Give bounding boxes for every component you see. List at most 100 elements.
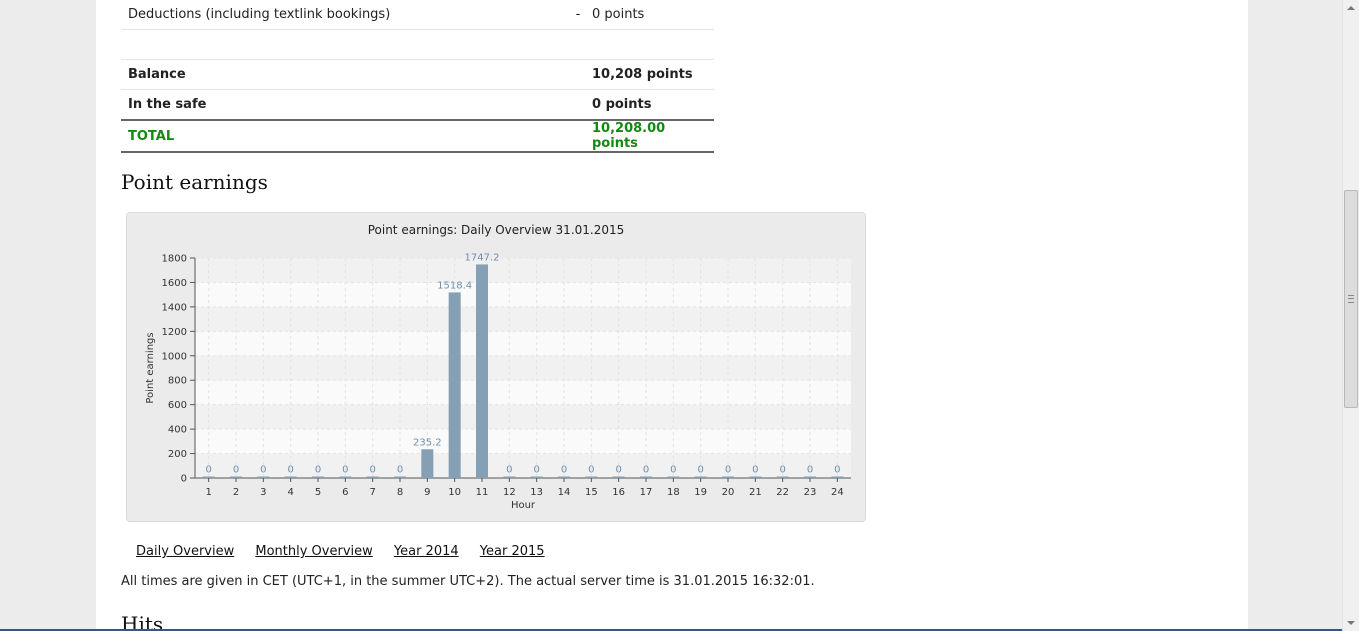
grid-band xyxy=(195,306,851,332)
chart-title: Point earnings: Daily Overview 31.01.201… xyxy=(368,223,625,237)
grid-band xyxy=(195,355,851,381)
bar-value-label: 0 xyxy=(205,465,211,476)
bar xyxy=(558,476,570,478)
y-tick-label: 1600 xyxy=(162,278,187,289)
bar xyxy=(776,476,789,478)
bar xyxy=(448,292,461,478)
link-year-2014[interactable]: Year 2014 xyxy=(394,544,459,559)
x-tick-label: 21 xyxy=(749,487,762,498)
deductions-value: 0 points xyxy=(585,0,714,30)
bar-value-label: 0 xyxy=(397,465,403,476)
bar-value-label: 235.2 xyxy=(413,437,442,448)
bar xyxy=(476,264,488,478)
safe-label: In the safe xyxy=(121,89,571,121)
bar xyxy=(284,476,297,478)
grid-band xyxy=(195,258,851,283)
x-tick-label: 16 xyxy=(612,487,625,498)
bar xyxy=(585,476,598,478)
spacer-row xyxy=(121,29,714,60)
section-title-point-earnings: Point earnings xyxy=(121,170,268,194)
safe-row: In the safe 0 points xyxy=(121,89,714,121)
bar-value-label: 1747.2 xyxy=(465,252,500,263)
bar-value-label: 0 xyxy=(233,465,239,476)
scroll-down-arrow-icon[interactable] xyxy=(1347,621,1355,625)
vertical-scrollbar[interactable] xyxy=(1342,0,1359,631)
point-earnings-chart: Point earnings: Daily Overview 31.01.201… xyxy=(126,212,866,522)
x-axis-label: Hour xyxy=(511,500,536,511)
x-tick-label: 10 xyxy=(448,487,461,498)
link-year-2015[interactable]: Year 2015 xyxy=(480,544,545,559)
bar-value-label: 0 xyxy=(588,465,594,476)
bar xyxy=(230,476,242,478)
bar xyxy=(722,476,734,478)
x-tick-label: 24 xyxy=(831,487,844,498)
bar-value-label: 0 xyxy=(260,465,266,476)
bar xyxy=(503,476,516,478)
points-summary-table: Deductions (including textlink bookings)… xyxy=(121,0,714,153)
bar-value-label: 0 xyxy=(807,465,813,476)
y-tick-label: 1400 xyxy=(162,302,187,313)
bar-value-label: 0 xyxy=(643,465,649,476)
balance-label: Balance xyxy=(121,59,571,90)
bar xyxy=(612,476,625,478)
bar xyxy=(339,476,352,478)
total-label: TOTAL xyxy=(121,119,571,153)
bar xyxy=(366,476,379,478)
deductions-row: Deductions (including textlink bookings)… xyxy=(121,0,714,30)
balance-row: Balance 10,208 points xyxy=(121,59,714,90)
bar xyxy=(831,476,844,478)
x-tick-label: 18 xyxy=(667,487,680,498)
x-tick-label: 13 xyxy=(530,487,543,498)
bar xyxy=(749,476,762,478)
x-tick-label: 4 xyxy=(287,487,293,498)
bar-value-label: 0 xyxy=(315,465,321,476)
page-content: Deductions (including textlink bookings)… xyxy=(96,0,1248,631)
bar xyxy=(257,476,270,478)
x-tick-label: 19 xyxy=(694,487,707,498)
x-tick-label: 9 xyxy=(424,487,430,498)
x-tick-label: 11 xyxy=(476,487,489,498)
x-tick-label: 14 xyxy=(558,487,571,498)
safe-value: 0 points xyxy=(585,89,714,121)
y-tick-label: 1200 xyxy=(162,327,187,338)
y-tick-label: 1000 xyxy=(162,351,187,362)
y-tick-label: 600 xyxy=(168,400,187,411)
bar-value-label: 0 xyxy=(533,465,539,476)
x-tick-label: 8 xyxy=(397,487,403,498)
y-tick-label: 400 xyxy=(168,425,187,436)
bar-value-label: 0 xyxy=(369,465,375,476)
grid-band xyxy=(195,404,851,430)
bar xyxy=(202,476,215,478)
bar-value-label: 0 xyxy=(287,465,293,476)
grip-icon xyxy=(1348,295,1354,303)
bar xyxy=(804,476,816,478)
bar-value-label: 0 xyxy=(670,465,676,476)
total-row: TOTAL 10,208.00 points xyxy=(121,119,714,153)
bar xyxy=(667,476,680,478)
bar xyxy=(640,476,652,478)
scroll-up-arrow-icon[interactable] xyxy=(1347,6,1355,10)
bar-value-label: 0 xyxy=(615,465,621,476)
bar xyxy=(694,476,707,478)
x-tick-label: 15 xyxy=(585,487,598,498)
x-tick-label: 6 xyxy=(342,487,348,498)
bar-value-label: 0 xyxy=(834,465,840,476)
x-tick-label: 3 xyxy=(260,487,266,498)
chart-canvas: Point earnings: Daily Overview 31.01.201… xyxy=(145,223,851,511)
bar-value-label: 0 xyxy=(342,465,348,476)
link-daily-overview[interactable]: Daily Overview xyxy=(136,544,234,559)
x-tick-label: 5 xyxy=(315,487,321,498)
link-monthly-overview[interactable]: Monthly Overview xyxy=(255,544,372,559)
bar-value-label: 0 xyxy=(752,465,758,476)
deductions-label: Deductions (including textlink bookings) xyxy=(121,0,571,30)
x-tick-label: 17 xyxy=(640,487,653,498)
bar-value-label: 0 xyxy=(779,465,785,476)
bar-value-label: 0 xyxy=(506,465,512,476)
scroll-thumb[interactable] xyxy=(1344,190,1358,408)
deductions-sign: - xyxy=(571,0,585,30)
bar xyxy=(394,476,406,478)
bar-value-label: 0 xyxy=(697,465,703,476)
bar xyxy=(312,476,324,478)
x-tick-label: 22 xyxy=(776,487,789,498)
y-tick-label: 0 xyxy=(181,474,187,485)
